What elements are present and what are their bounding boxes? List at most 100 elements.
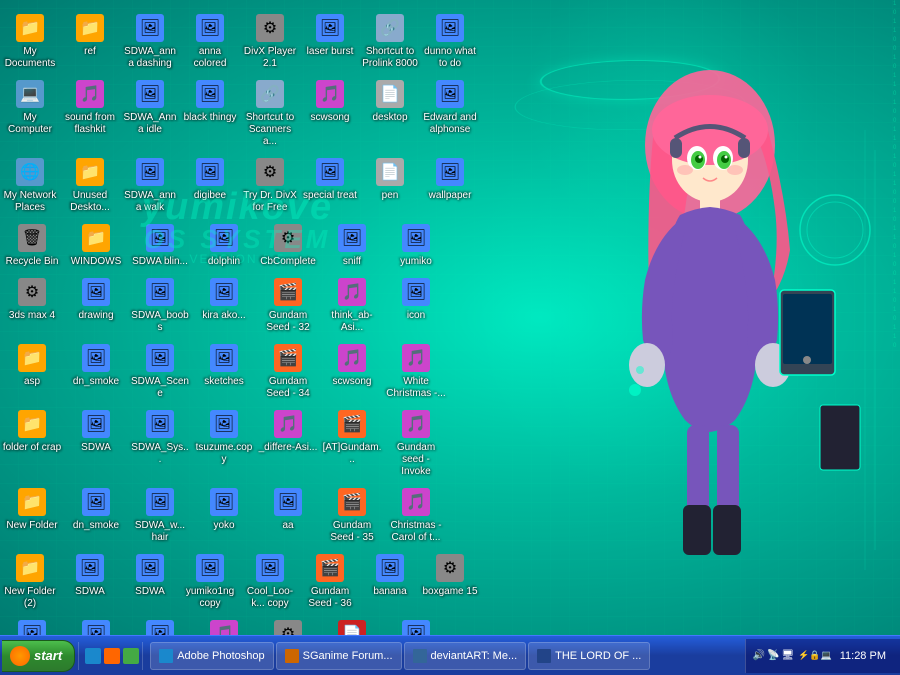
desktop-icon-sdwa_anna-dash-back[interactable]: 🖼SDWA_anna dash back xyxy=(64,615,128,635)
taskbar-app-deviantart[interactable]: deviantART: Me... xyxy=(404,642,527,670)
desktop-icon-[at]gundam...[interactable]: 🎬[AT]Gundam... xyxy=(320,405,384,469)
desktop-icon-dn_smoke[interactable]: 🖼dn_smoke xyxy=(64,483,128,535)
desktop-icon-boxgame-15[interactable]: ⚙boxgame 15 xyxy=(420,549,480,601)
icon-image: 🎵 xyxy=(400,408,432,440)
icon-image: 📁 xyxy=(16,342,48,374)
desktop-icon-_differe-asi...[interactable]: 🎵_differe-Asi... xyxy=(256,405,320,457)
desktop-icon-dunno-what-to-do[interactable]: 🖼dunno what to do xyxy=(420,9,480,73)
desktop-icon-white_xmas[interactable]: 🎵white_xmas xyxy=(192,615,256,635)
desktop-icon-gundam-seed---36[interactable]: 🎬Gundam Seed - 36 xyxy=(300,549,360,613)
desktop-icon-sdwa_anna-dashing[interactable]: 🖼SDWA_anna dashing xyxy=(120,9,180,73)
desktop-icon-edward-and-alphonse[interactable]: 🖼Edward and alphonse xyxy=(420,75,480,139)
icon-label: Gundam Seed - 35 xyxy=(322,520,382,544)
desktop-icon-tsuzume.copy[interactable]: 🖼tsuzume.copy xyxy=(192,405,256,469)
desktop-icon-dolphin[interactable]: 🖼dolphin xyxy=(192,219,256,271)
desktop-icon-gundam-seed---35[interactable]: 🎬Gundam Seed - 35 xyxy=(320,483,384,547)
desktop-icon-new-folder[interactable]: 📁New Folder xyxy=(0,483,64,535)
taskbar-app-sganime[interactable]: SGanime Forum... xyxy=(276,642,402,670)
desktop-icon-doc-test[interactable]: 📄doc-test xyxy=(320,615,384,635)
desktop-icon-n...[interactable]: 🖼N... xyxy=(0,615,64,635)
desktop-icon-icon[interactable]: 🖼icon xyxy=(384,273,448,325)
start-button[interactable]: start xyxy=(2,640,75,672)
desktop-icon-sdwa_w...-hair[interactable]: 🖼SDWA_w... hair xyxy=(128,483,192,547)
desktop-icon-sdwa_boobs[interactable]: 🖼SDWA_boobs xyxy=(128,273,192,337)
icon-image: 🖼 xyxy=(144,408,176,440)
desktop-icon-wallpaper[interactable]: 🖼wallpaper xyxy=(420,153,480,205)
desktop-icon-ref[interactable]: 📁ref xyxy=(60,9,120,61)
desktop-icon-sdwa-blin...[interactable]: 🖼SDWA blin... xyxy=(128,219,192,271)
desktop-icon-sdwa[interactable]: 🖼SDWA xyxy=(60,549,120,601)
taskbar-app-photoshop[interactable]: Adobe Photoshop xyxy=(150,642,273,670)
desktop-icon-yoko[interactable]: 🖼yoko xyxy=(192,483,256,535)
desktop-icon-dn_smoke[interactable]: 🖼dn_smoke xyxy=(64,339,128,391)
icon-image: 🎬 xyxy=(272,342,304,374)
desktop-icon-sketches[interactable]: 🖼sketches xyxy=(192,339,256,391)
desktop-icon-my-documents[interactable]: 📁My Documents xyxy=(0,9,60,73)
desktop-icon-my-network-places[interactable]: 🌐My Network Places xyxy=(0,153,60,217)
desktop-icon-pen[interactable]: 📄pen xyxy=(360,153,420,205)
desktop-icon-shortcut-to-scanners[interactable]: 🔗Shortcut to Scanners a... xyxy=(240,75,300,151)
desktop-icon-post-9-103...[interactable]: 🖼post-9-103... xyxy=(384,615,448,635)
icon-image: ⚙ xyxy=(434,552,466,584)
icon-image: 🖼 xyxy=(144,618,176,635)
desktop-icon-gundam-seed---32[interactable]: 🎬Gundam Seed - 32 xyxy=(256,273,320,337)
icon-image: 🎵 xyxy=(400,486,432,518)
desktop-icon-drawing[interactable]: 🖼drawing xyxy=(64,273,128,325)
desktop-icon-black-thingy[interactable]: 🖼black thingy xyxy=(180,75,240,127)
folder-icon[interactable] xyxy=(123,648,139,664)
desktop-icon-christmas---carol-of[interactable]: 🎵Christmas - Carol of t... xyxy=(384,483,448,547)
desktop-icon-cbcomplete[interactable]: ⚙CbComplete xyxy=(256,219,320,271)
icon-label: SDWA_w... hair xyxy=(130,520,190,544)
desktop-icon-laser-burst[interactable]: 🖼laser burst xyxy=(300,9,360,61)
icon-image: 🖼 xyxy=(272,486,304,518)
desktop-icon-banana[interactable]: 🖼banana xyxy=(360,549,420,601)
desktop-icon-shortcut-to-prolink-[interactable]: 🔗Shortcut to Prolink 8000 xyxy=(360,9,420,73)
desktop-icon-sdwa_sys...[interactable]: 🖼SDWA_Sys... xyxy=(128,405,192,469)
system-tray: 🔊 📡 🖥 ⚡🔒💻 11:28 PM xyxy=(745,639,900,673)
icon-label: digibee xyxy=(194,190,226,202)
desktop-icon-sdwa[interactable]: 🖼SDWA xyxy=(128,615,192,635)
taskbar-app-lotr[interactable]: THE LORD OF ... xyxy=(528,642,650,670)
icon-label: DivX Player 2.1 xyxy=(242,46,298,70)
desktop-icon-sound-from-flashkit[interactable]: 🎵sound from flashkit xyxy=(60,75,120,139)
desktop-icon-yumiko[interactable]: 🖼yumiko xyxy=(384,219,448,271)
icon-image: 📁 xyxy=(80,222,112,254)
desktop-icon-cool_loo-k...-copy[interactable]: 🖼Cool_Loo-k... copy xyxy=(240,549,300,613)
desktop-icon-special-treat[interactable]: 🖼special treat xyxy=(300,153,360,205)
desktop-icon-unused-deskto...[interactable]: 📁Unused Deskto... xyxy=(60,153,120,217)
desktop-icon-try-dr.-divx-for-fre[interactable]: ⚙Try Dr. DivX for Free xyxy=(240,153,300,217)
desktop-icon-think_ab-asi...[interactable]: 🎵think_ab-Asi... xyxy=(320,273,384,337)
desktop-icon-divx-player-2.1[interactable]: ⚙DivX Player 2.1 xyxy=(240,9,300,73)
desktop-icon-anna-colored[interactable]: 🖼anna colored xyxy=(180,9,240,73)
desktop-icon-windows[interactable]: 📁WINDOWS xyxy=(64,219,128,271)
desktop-icon-sdwa[interactable]: 🖼SDWA xyxy=(120,549,180,601)
media-icon[interactable] xyxy=(104,648,120,664)
desktop-icon-jump-land[interactable]: ⚙jump land xyxy=(256,615,320,635)
desktop-icon-3ds-max-4[interactable]: ⚙3ds max 4 xyxy=(0,273,64,325)
desktop-icon-sdwa_anna-walk[interactable]: 🖼SDWA_anna walk xyxy=(120,153,180,217)
icon-label: desktop xyxy=(372,112,407,124)
desktop-icon-aa[interactable]: 🖼aa xyxy=(256,483,320,535)
desktop-icon-new-folder-(2)[interactable]: 📁New Folder (2) xyxy=(0,549,60,613)
desktop-icon-folder-of-crap[interactable]: 📁folder of crap xyxy=(0,405,64,457)
desktop-icon-digibee[interactable]: 🖼digibee xyxy=(180,153,240,205)
desktop-icon-my-computer[interactable]: 💻My Computer xyxy=(0,75,60,139)
desktop-icon-desktop[interactable]: 📄desktop xyxy=(360,75,420,127)
desktop-icon-yumiko1ng-copy[interactable]: 🖼yumiko1ng copy xyxy=(180,549,240,613)
icon-image: 🗑 xyxy=(16,222,48,254)
desktop-icon-scwsong[interactable]: 🎵scwsong xyxy=(320,339,384,391)
desktop-icon-sdwa_scene[interactable]: 🖼SDWA_Scene xyxy=(128,339,192,403)
desktop-icon-sdwa[interactable]: 🖼SDWA xyxy=(64,405,128,457)
ie-icon[interactable] xyxy=(85,648,101,664)
desktop-icon-white-christmas--...[interactable]: 🎵White Christmas -... xyxy=(384,339,448,403)
desktop-icon-scwsong[interactable]: 🎵scwsong xyxy=(300,75,360,127)
desktop-icon-sdwa_anna-idle[interactable]: 🖼SDWA_Anna idle xyxy=(120,75,180,139)
desktop-icon-gundam-seed---invoke[interactable]: 🎵Gundam seed - Invoke xyxy=(384,405,448,481)
desktop-icon-sniff[interactable]: 🖼sniff xyxy=(320,219,384,271)
desktop-icon-recycle-bin[interactable]: 🗑Recycle Bin xyxy=(0,219,64,271)
desktop-icon-gundam-seed---34[interactable]: 🎬Gundam Seed - 34 xyxy=(256,339,320,403)
desktop-icon-kira-ako...[interactable]: 🖼kira ako... xyxy=(192,273,256,325)
icon-label: Try Dr. DivX for Free xyxy=(242,190,298,214)
desktop-icon-asp[interactable]: 📁asp xyxy=(0,339,64,391)
icon-label: laser burst xyxy=(307,46,354,58)
